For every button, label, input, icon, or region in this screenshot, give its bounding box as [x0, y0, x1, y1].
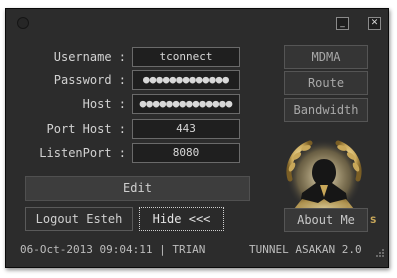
password-label: Password : — [53, 73, 126, 87]
password-field[interactable]: ●●●●●●●●●●●●● — [132, 70, 240, 90]
username-field[interactable]: tconnect — [132, 47, 240, 67]
port-host-field[interactable]: 443 — [132, 119, 240, 139]
host-field[interactable]: ●●●●●●●●●●●●●● — [132, 94, 240, 114]
logout-button[interactable]: Logout Esteh — [25, 207, 133, 231]
minimize-button[interactable]: _ — [336, 17, 349, 30]
about-me-button[interactable]: About Me — [284, 208, 368, 232]
close-button[interactable]: ✕ — [368, 17, 381, 30]
edit-button[interactable]: Edit — [25, 176, 250, 201]
bandwidth-button[interactable]: Bandwidth — [284, 98, 368, 122]
svg-text:S: S — [370, 216, 376, 226]
hide-button[interactable]: Hide <<< — [139, 207, 224, 231]
listen-port-label: ListenPort : — [39, 146, 126, 160]
mdma-button[interactable]: MDMA — [284, 45, 368, 69]
listen-port-field[interactable]: 8080 — [132, 143, 240, 163]
app-version-label: TUNNEL ASAKAN 2.0 — [249, 243, 362, 256]
port-host-label: Port Host : — [46, 122, 126, 136]
host-label: Host : — [82, 97, 126, 111]
resize-grip-icon[interactable] — [376, 249, 384, 257]
app-window: _ ✕ Username : tconnect Password : ●●●●●… — [5, 8, 389, 268]
app-icon — [17, 17, 29, 29]
status-datetime-user: 06-Oct-2013 09:04:11 | TRIAN — [20, 243, 206, 256]
route-button[interactable]: Route — [284, 71, 368, 95]
username-label: Username : — [53, 50, 126, 64]
